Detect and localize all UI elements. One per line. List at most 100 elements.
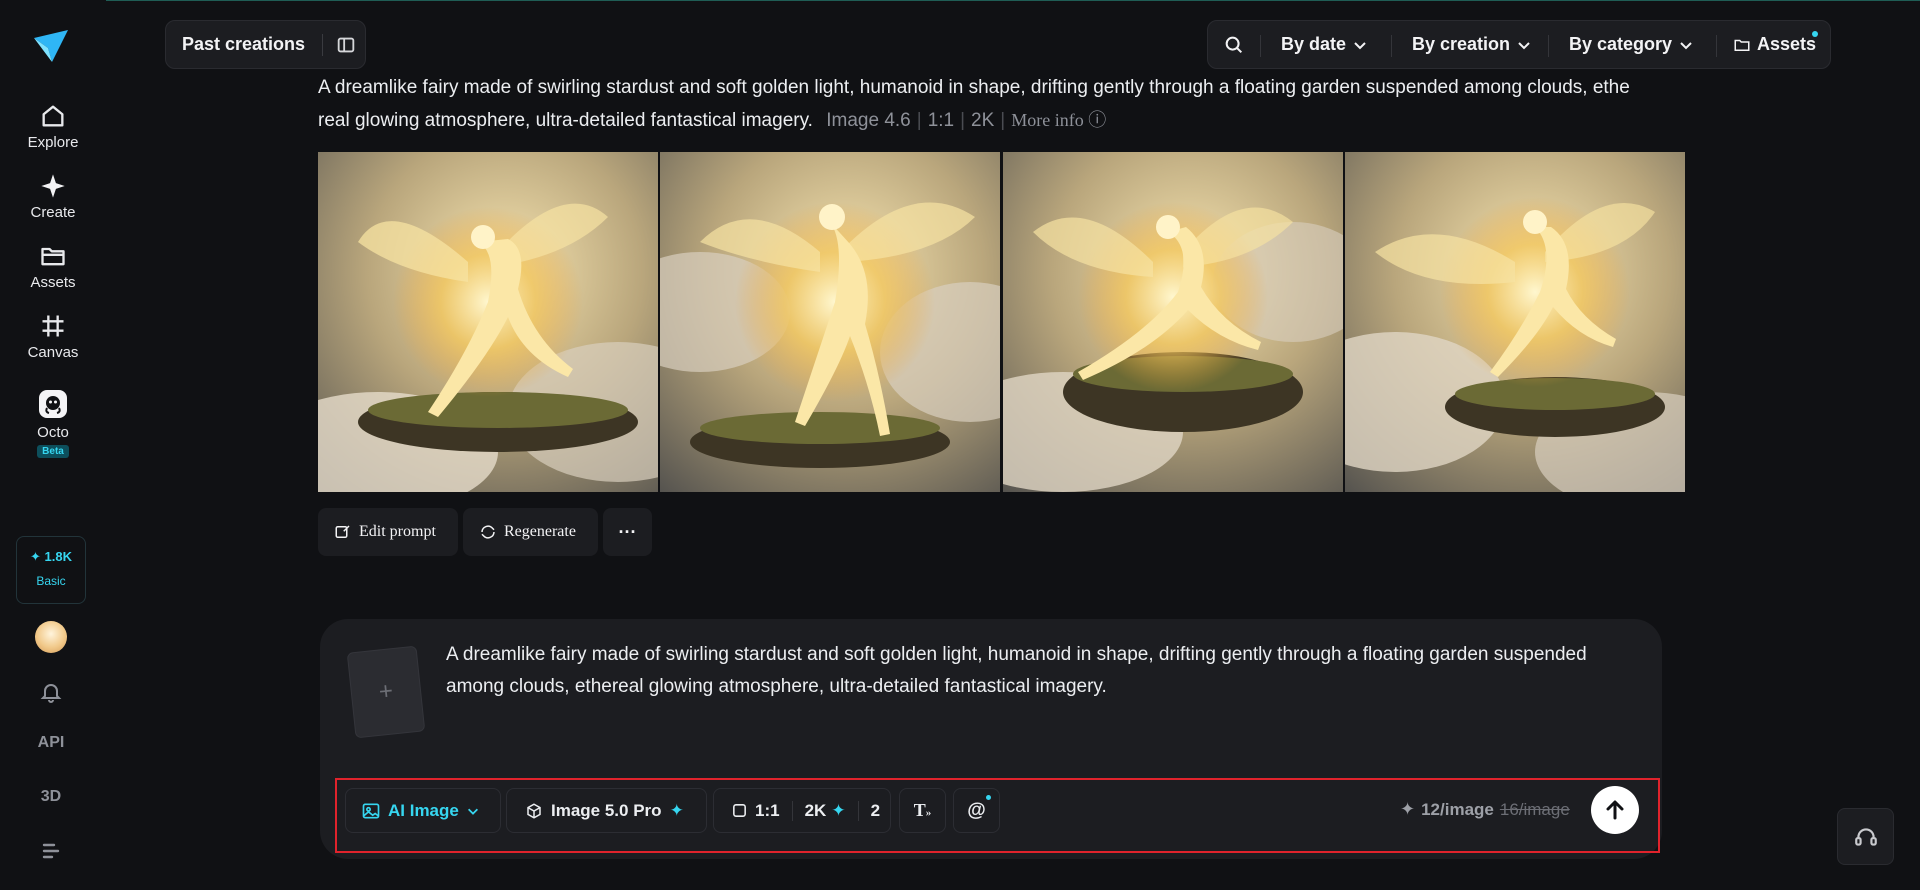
sidebar-item-label: Assets xyxy=(30,274,76,291)
folder-icon xyxy=(1734,39,1750,51)
assets-label: Assets xyxy=(1757,34,1817,54)
notification-dot xyxy=(986,795,991,800)
send-button[interactable] xyxy=(1591,786,1639,834)
sparkle-icon: ✦ xyxy=(669,800,684,820)
edit-prompt-button[interactable]: Edit prompt xyxy=(318,508,458,556)
resolution-label: 2K xyxy=(804,800,827,820)
at-icon: @ xyxy=(967,799,986,821)
menu-button[interactable] xyxy=(0,842,102,865)
assets-button[interactable]: Assets xyxy=(1733,34,1816,55)
edit-prompt-label: Edit prompt xyxy=(359,523,436,540)
divider xyxy=(1716,35,1717,57)
credits-amount-row: ✦ 1.8K xyxy=(17,549,85,565)
cost-old-label: 16/image xyxy=(1499,799,1570,819)
avatar[interactable] xyxy=(35,621,67,653)
generated-image[interactable] xyxy=(1003,152,1343,492)
fairy-image xyxy=(660,152,1000,492)
filter-label: By creation xyxy=(1412,34,1511,54)
credits-panel[interactable]: ✦ 1.8K Basic xyxy=(16,536,86,604)
plus-icon: + xyxy=(377,677,395,706)
app-logo-icon[interactable] xyxy=(32,28,70,64)
sidebar-item-label: Canvas xyxy=(27,344,79,361)
sidebar-panel-icon[interactable] xyxy=(335,34,357,56)
regenerate-label: Regenerate xyxy=(504,523,576,540)
more-info-label: More info xyxy=(1011,110,1084,130)
chevron-down-icon xyxy=(1680,41,1692,49)
search-icon[interactable] xyxy=(1223,34,1245,56)
add-reference-image-button[interactable]: + xyxy=(346,645,426,739)
sidebar-item-octo[interactable]: Octo Beta xyxy=(0,390,106,458)
support-button[interactable] xyxy=(1837,808,1894,865)
ratio-tag: 1:1 xyxy=(927,110,955,131)
past-creations-label: Past creations xyxy=(182,34,306,54)
divider xyxy=(791,800,793,821)
sidebar-item-explore[interactable]: Explore xyxy=(0,102,106,151)
mode-selector[interactable]: AI Image xyxy=(345,788,501,833)
model-tag: Image 4.6 xyxy=(826,110,911,131)
text-style-button[interactable]: T» xyxy=(899,788,946,833)
sparkle-icon: ✦ xyxy=(1400,799,1416,819)
generation-prompt: A dreamlike fairy made of swirling stard… xyxy=(318,72,1688,137)
generated-image[interactable] xyxy=(318,152,658,492)
generated-image[interactable] xyxy=(660,152,1000,492)
model-label: Image 5.0 Pro xyxy=(551,800,662,820)
divider xyxy=(1391,35,1392,57)
fairy-image xyxy=(1003,152,1343,492)
more-info-link[interactable]: More info ⓘ xyxy=(1011,110,1106,130)
fairy-image xyxy=(318,152,658,492)
sidebar: Explore Create Assets Canvas Octo Beta ✦… xyxy=(0,0,106,890)
folder-icon xyxy=(41,247,65,266)
sidebar-item-label: Create xyxy=(30,204,76,221)
regenerate-button[interactable]: Regenerate xyxy=(463,508,598,556)
refresh-icon xyxy=(481,525,495,539)
chevron-down-icon xyxy=(1354,41,1366,49)
edit-icon xyxy=(335,525,350,538)
sidebar-item-label: Explore xyxy=(27,134,79,151)
notifications-button[interactable] xyxy=(0,680,102,709)
more-icon: ··· xyxy=(618,521,637,542)
past-creations-toggle[interactable]: Past creations xyxy=(165,20,366,69)
mode-label: AI Image xyxy=(388,800,459,820)
cost-label: 12/image xyxy=(1421,799,1494,819)
prompt-input-line: A dreamlike fairy made of swirling stard… xyxy=(446,644,1587,665)
divider: | xyxy=(1000,110,1006,131)
chevron-down-icon xyxy=(1518,41,1530,49)
sidebar-item-create[interactable]: Create xyxy=(0,172,106,221)
filter-by-category[interactable]: By category xyxy=(1569,34,1694,55)
arrow-up-icon xyxy=(1606,800,1624,820)
headset-icon xyxy=(1854,827,1877,846)
filter-label: By date xyxy=(1281,34,1347,54)
sparkle-icon: ✦ xyxy=(30,549,41,564)
top-accent-line xyxy=(0,0,1920,1)
sparkle-icon: ✦ xyxy=(831,800,846,820)
info-icon: ⓘ xyxy=(1088,110,1107,130)
notification-dot xyxy=(1812,31,1818,37)
text-format-icon: T» xyxy=(913,800,932,820)
cube-icon xyxy=(527,802,541,819)
divider xyxy=(857,800,859,821)
settings-selector[interactable]: 1:1 2K ✦ 2 xyxy=(713,788,891,833)
home-icon xyxy=(42,105,64,127)
divider: | xyxy=(960,110,966,131)
divider xyxy=(322,33,324,56)
credits-amount: 1.8K xyxy=(44,549,72,564)
filter-by-creation[interactable]: By creation xyxy=(1412,34,1532,55)
prompt-line: A dreamlike fairy made of swirling stard… xyxy=(318,77,1630,98)
prompt-input-line: among clouds, ethereal glowing atmospher… xyxy=(446,676,1107,697)
filter-by-date[interactable]: By date xyxy=(1281,34,1368,55)
sidebar-item-canvas[interactable]: Canvas xyxy=(0,312,106,361)
sidebar-item-assets[interactable]: Assets xyxy=(0,242,106,291)
mention-button[interactable]: @ xyxy=(953,788,1000,833)
plan-label: Basic xyxy=(36,574,66,588)
ratio-label: 1:1 xyxy=(755,800,780,820)
filter-label: By category xyxy=(1569,34,1673,54)
model-selector[interactable]: Image 5.0 Pro ✦ xyxy=(506,788,707,833)
generated-image[interactable] xyxy=(1345,152,1685,492)
3d-button[interactable]: 3D xyxy=(0,788,102,806)
prompt-line: real glowing atmosphere, ultra-detailed … xyxy=(318,110,813,131)
sparkle-icon xyxy=(41,174,65,198)
fairy-image xyxy=(1345,152,1685,492)
prompt-input[interactable]: A dreamlike fairy made of swirling stard… xyxy=(446,639,1646,703)
more-options-button[interactable]: ··· xyxy=(603,508,652,556)
api-button[interactable]: API xyxy=(0,734,102,752)
